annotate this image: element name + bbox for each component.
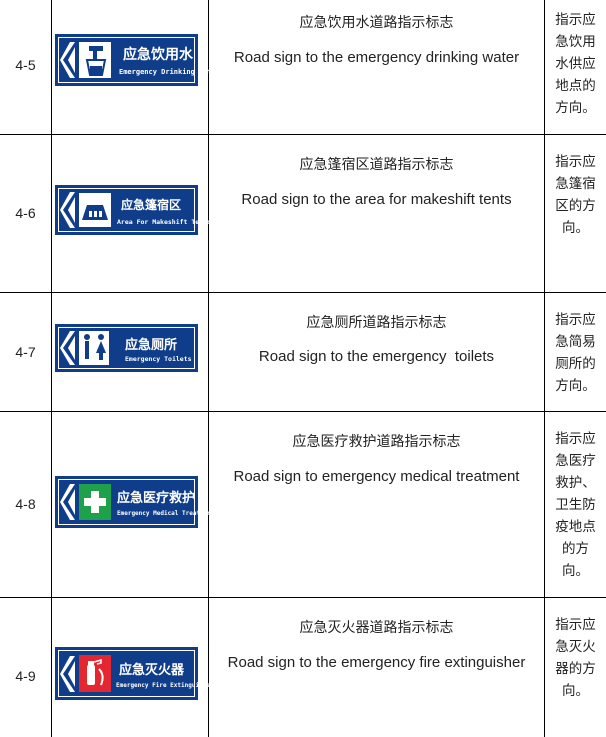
sign-chinese-label: 应急医疗救护 — [117, 491, 196, 506]
left-arrow-icon — [60, 484, 75, 520]
sign-title-english: Road sign to the area for makeshift tent… — [241, 191, 512, 208]
fire-extinguisher-icon — [79, 655, 111, 692]
sign-title-english: Road sign to emergency medical treatment — [233, 468, 520, 485]
road-sign: 应急篷宿区 Area For Makeshift Tents — [55, 185, 211, 235]
sign-title-chinese: 应急医疗救护道路指示标志 — [292, 434, 461, 450]
table-row: 4-7 应急厕所 Emergency Toilets 应急厕所道路指示标志 Ro… — [0, 293, 606, 411]
sign-description: 指示应 急医疗 救护、 卫生防 疫地点 的方 向。 — [555, 431, 596, 579]
row-number: 4-7 — [15, 344, 36, 360]
road-sign: 应急饮用水 Emergency Drinking Water — [55, 34, 220, 86]
road-sign: 应急医疗救护 Emergency Medical Treatment — [55, 476, 215, 528]
sign-title-english: Road sign to the emergency drinking wate… — [233, 49, 520, 66]
road-sign: 应急灭火器 Emergency Fire Extinguisher — [55, 647, 214, 700]
left-arrow-icon — [60, 655, 75, 692]
table-row: 4-6 应急篷宿区 Area For Makeshift Tents 应急篷宿区… — [0, 135, 606, 292]
left-arrow-icon — [60, 192, 75, 228]
sign-table: 4-5 应急饮用水 Emergency Drinking Water 应急饮用水… — [0, 0, 606, 737]
tent-icon — [79, 193, 111, 227]
table-row: 4-9 应急灭火器 Emergency Fire Extinguisher 应急… — [0, 598, 606, 737]
sign-chinese-label: 应急厕所 — [125, 338, 178, 353]
row-number: 4-5 — [15, 57, 36, 73]
table-row: 4-8 应急医疗救护 Emergency Medical Treatment 应… — [0, 412, 606, 597]
sign-description: 指示应 急简易 厕所的 方向。 — [555, 312, 596, 394]
row-number: 4-9 — [15, 668, 36, 684]
left-arrow-icon — [60, 42, 75, 78]
row-number: 4-8 — [15, 496, 36, 512]
table-row: 4-5 应急饮用水 Emergency Drinking Water 应急饮用水… — [0, 0, 606, 134]
row-number: 4-6 — [15, 205, 36, 221]
sign-chinese-label: 应急灭火器 — [119, 663, 185, 678]
sign-title-chinese: 应急篷宿区道路指示标志 — [299, 157, 454, 173]
sign-title-chinese: 应急厕所道路指示标志 — [306, 315, 447, 331]
sign-title-chinese: 应急灭火器道路指示标志 — [299, 620, 454, 636]
sign-chinese-label: 应急饮用水 — [123, 47, 193, 63]
sign-description: 指示应 急灭火 器的方 向。 — [555, 617, 596, 699]
medical-cross-icon — [79, 484, 111, 520]
sign-english-label: Emergency Toilets — [125, 355, 192, 363]
sign-english-label: Area For Makeshift Tents — [117, 218, 211, 226]
sign-english-label: Emergency Drinking Water — [119, 68, 221, 76]
sign-title-chinese: 应急饮用水道路指示标志 — [299, 15, 454, 31]
toilet-icon — [79, 331, 109, 365]
water-tap-icon — [79, 42, 111, 78]
sign-chinese-label: 应急篷宿区 — [121, 198, 182, 212]
sign-title-english: Road sign to the emergency toilets — [258, 348, 495, 365]
sign-english-label: Emergency Medical Treatment — [117, 510, 215, 517]
sign-title-english: Road sign to the emergency fire extingui… — [227, 654, 526, 671]
left-arrow-icon — [60, 331, 75, 365]
sign-description: 指示应 急饮用 水供应 地点的 方向。 — [555, 12, 596, 116]
road-sign: 应急厕所 Emergency Toilets — [55, 324, 198, 372]
sign-description: 指示应 急篷宿 区的方 向。 — [555, 154, 596, 236]
sign-english-label: Emergency Fire Extinguisher — [116, 682, 214, 689]
